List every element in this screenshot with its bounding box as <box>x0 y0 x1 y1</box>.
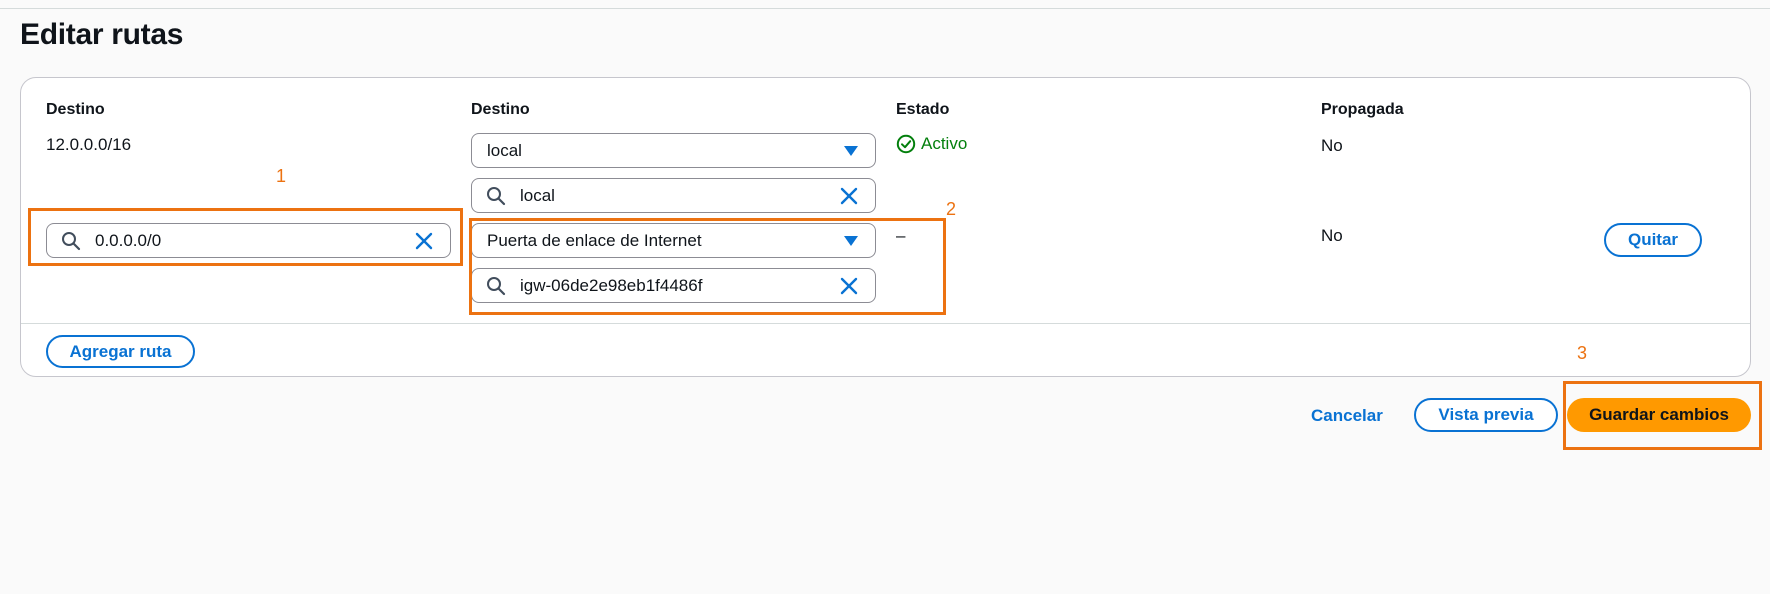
remove-route-button[interactable]: Quitar <box>1604 223 1702 257</box>
preview-button[interactable]: Vista previa <box>1414 398 1558 432</box>
clear-icon[interactable] <box>839 185 861 207</box>
annotation-number: 3 <box>1577 343 1588 363</box>
target-search-input[interactable]: local <box>471 178 876 213</box>
status-text: Activo <box>921 134 968 153</box>
propagated-value: No <box>1321 226 1343 245</box>
annotation-box <box>1563 381 1762 450</box>
column-header-destination: Destino <box>46 101 105 118</box>
column-header-status: Estado <box>896 101 950 118</box>
check-circle-icon <box>896 134 916 154</box>
annotation-box <box>469 218 946 315</box>
target-select-value: local <box>487 140 522 160</box>
top-divider <box>0 8 1770 9</box>
route-destination-text: 12.0.0.0/16 <box>46 135 132 154</box>
column-header-propagated: Propagada <box>1321 101 1404 118</box>
annotation-box <box>28 208 463 266</box>
cancel-button[interactable]: Cancelar <box>1311 406 1383 426</box>
panel-divider <box>21 323 1750 324</box>
page-title: Editar rutas <box>20 18 184 51</box>
propagated-value: No <box>1321 136 1343 155</box>
annotation-number: 2 <box>946 199 957 219</box>
status-badge: Activo <box>896 134 967 154</box>
target-select[interactable]: local <box>471 133 876 168</box>
add-route-button[interactable]: Agregar ruta <box>46 335 195 368</box>
caret-down-icon <box>844 145 858 156</box>
column-header-target: Destino <box>471 101 530 118</box>
search-icon <box>486 185 508 207</box>
annotation-number: 1 <box>276 166 287 186</box>
target-search-value: local <box>520 185 555 205</box>
